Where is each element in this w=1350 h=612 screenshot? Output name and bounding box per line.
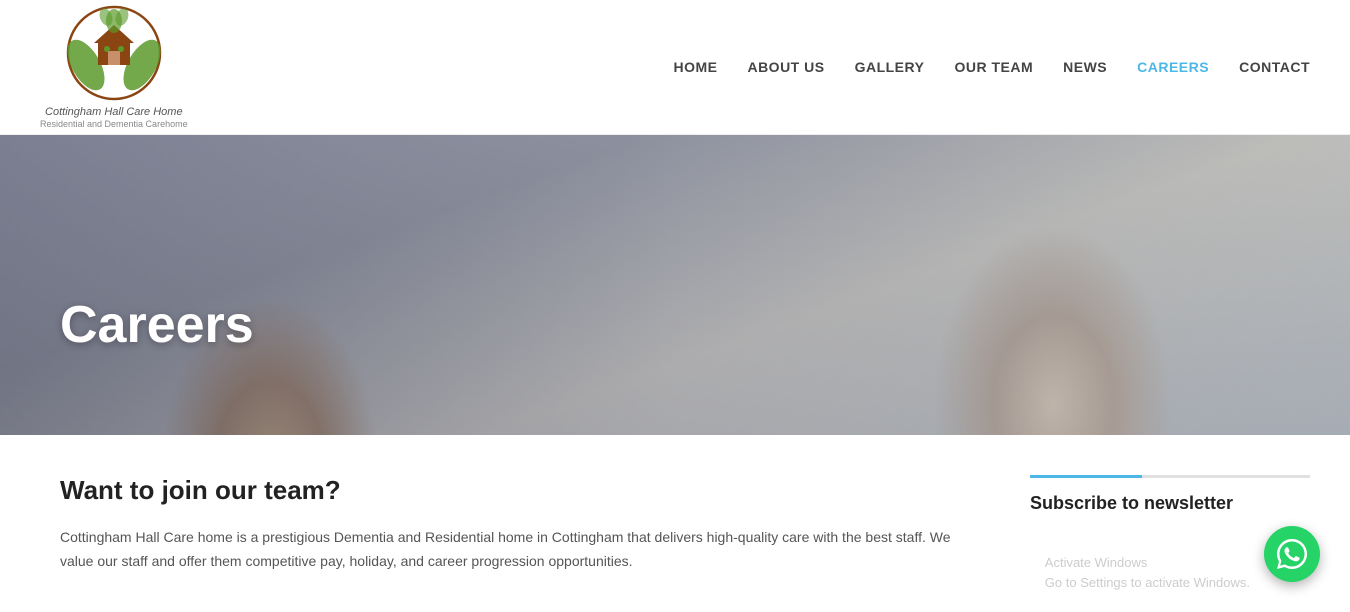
nav-item-team[interactable]: OUR TEAM: [954, 55, 1033, 79]
hero-overlay: [0, 135, 1350, 435]
main-content-section: Want to join our team? Cottingham Hall C…: [0, 435, 1350, 594]
nav-item-contact[interactable]: CONTACT: [1239, 55, 1310, 79]
sidebar-divider: [1030, 475, 1310, 478]
logo[interactable]: Cottingham Hall Care Home Residential an…: [40, 3, 188, 131]
whatsapp-icon: [1277, 539, 1307, 569]
nav-item-home[interactable]: HOME: [673, 55, 717, 79]
site-header: Cottingham Hall Care Home Residential an…: [0, 0, 1350, 135]
main-content-area: Want to join our team? Cottingham Hall C…: [60, 475, 970, 574]
subscribe-heading: Subscribe to newsletter: [1030, 493, 1310, 514]
hero-banner: Careers: [0, 135, 1350, 435]
logo-name: Cottingham Hall Care Home: [40, 105, 188, 119]
whatsapp-button[interactable]: [1264, 526, 1320, 582]
hero-title: Careers: [60, 295, 254, 355]
logo-subtitle: Residential and Dementia Carehome: [40, 119, 188, 131]
main-body-text: Cottingham Hall Care home is a prestigio…: [60, 526, 970, 574]
nav-item-gallery[interactable]: GALLERY: [855, 55, 925, 79]
nav-item-careers[interactable]: CAREERS: [1137, 55, 1209, 79]
nav-item-about[interactable]: ABOUT US: [747, 55, 824, 79]
main-heading: Want to join our team?: [60, 475, 970, 506]
logo-icon: [64, 3, 164, 103]
nav-item-news[interactable]: NEWS: [1063, 55, 1107, 79]
main-nav: HOME ABOUT US GALLERY OUR TEAM NEWS CARE…: [673, 55, 1310, 79]
